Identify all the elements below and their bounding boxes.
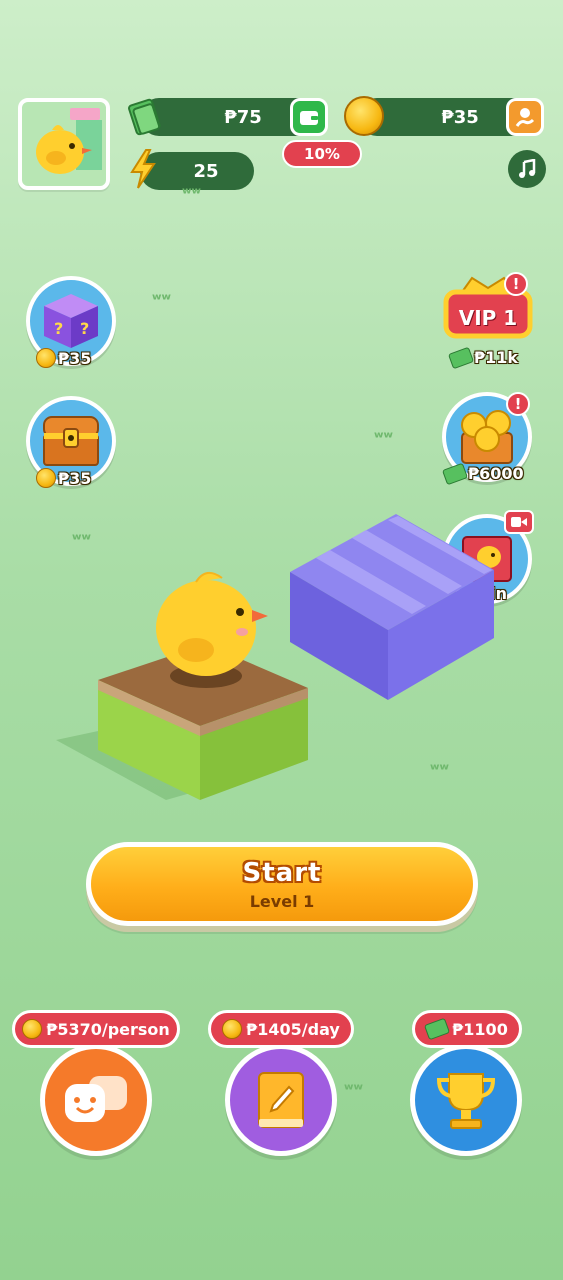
wallet-icon xyxy=(300,111,318,125)
wallet-button[interactable] xyxy=(290,98,328,136)
treasure-chest-price: ₱35 xyxy=(36,468,91,488)
daily-reward-tag: ₱1405/day xyxy=(208,1010,354,1048)
level-label: Level 1 xyxy=(249,891,315,911)
player-avatar[interactable] xyxy=(18,98,110,190)
cash-amount: ₱75 xyxy=(224,106,262,128)
leaderboard-button[interactable] xyxy=(410,1044,522,1156)
daily-task-button[interactable] xyxy=(225,1044,337,1156)
cash-icon xyxy=(441,462,469,485)
lightning-icon xyxy=(128,148,158,194)
coin-amount: ₱35 xyxy=(441,106,479,128)
leaderboard-circle xyxy=(410,1044,522,1156)
vip-price: ₱11k xyxy=(447,346,518,369)
vip-alert-badge: ! xyxy=(504,272,528,296)
video-camera-icon xyxy=(511,517,527,527)
start-button[interactable]: Start Level 1 xyxy=(86,842,478,926)
music-note-icon xyxy=(519,159,536,178)
start-label: Start xyxy=(242,857,322,888)
coin-balance: ₱35 xyxy=(358,98,544,136)
withdraw-button[interactable] xyxy=(506,98,544,136)
svg-text:?: ? xyxy=(80,319,89,338)
energy-amount: 25 xyxy=(193,160,219,182)
cash-bundle-icon xyxy=(128,96,164,140)
wallet-progress-badge: 10% xyxy=(282,140,362,168)
coin-icon xyxy=(222,1019,243,1039)
svg-text:?: ? xyxy=(54,319,63,338)
purple-gift-box xyxy=(290,514,494,700)
coin-icon xyxy=(36,348,56,368)
invite-friends-button[interactable] xyxy=(40,1044,152,1156)
game-scene xyxy=(46,510,506,814)
vip-level-label: VIP 1 xyxy=(458,306,518,330)
cash-icon xyxy=(424,1017,451,1041)
mystery-box-price: ₱35 xyxy=(36,348,91,368)
vip-reward[interactable]: VIP 1 ! ₱11k xyxy=(442,272,534,369)
coin-pile-price: ₱6000 xyxy=(441,462,524,485)
daily-circle xyxy=(225,1044,337,1156)
chat-faces-icon xyxy=(65,1076,127,1122)
invite-circle xyxy=(40,1044,152,1156)
treasure-chest-icon xyxy=(43,416,99,466)
grass-tuft: ʷʷ xyxy=(344,1080,363,1099)
grass-tuft: ʷʷ xyxy=(152,290,171,309)
hand-coin-icon xyxy=(515,108,535,127)
grass-tuft: ʷʷ xyxy=(374,428,393,447)
mystery-box-icon: ? ? xyxy=(44,294,98,348)
music-toggle-button[interactable] xyxy=(508,150,546,188)
invite-reward-tag: ₱5370/person xyxy=(12,1010,180,1048)
video-ad-badge xyxy=(504,510,534,534)
coin-icon xyxy=(344,96,384,136)
trophy-icon xyxy=(436,1073,496,1129)
chick-character xyxy=(156,571,268,676)
mystery-box-reward[interactable]: ? ? ₱35 xyxy=(26,276,116,368)
coin-icon xyxy=(36,468,56,488)
leaderboard-reward-tag: ₱1100 xyxy=(412,1010,522,1048)
treasure-chest-reward[interactable]: ₱35 xyxy=(26,396,116,488)
coin-icon xyxy=(22,1019,43,1039)
chick-avatar-icon xyxy=(36,108,102,174)
cash-balance: ₱75 xyxy=(140,98,328,136)
cash-icon xyxy=(447,346,475,369)
coin-pile-alert-badge: ! xyxy=(506,392,530,416)
coin-pile-reward[interactable]: ! ₱6000 xyxy=(441,392,532,485)
grass-tuft: ʷʷ xyxy=(182,184,201,203)
notebook-icon xyxy=(258,1072,304,1128)
